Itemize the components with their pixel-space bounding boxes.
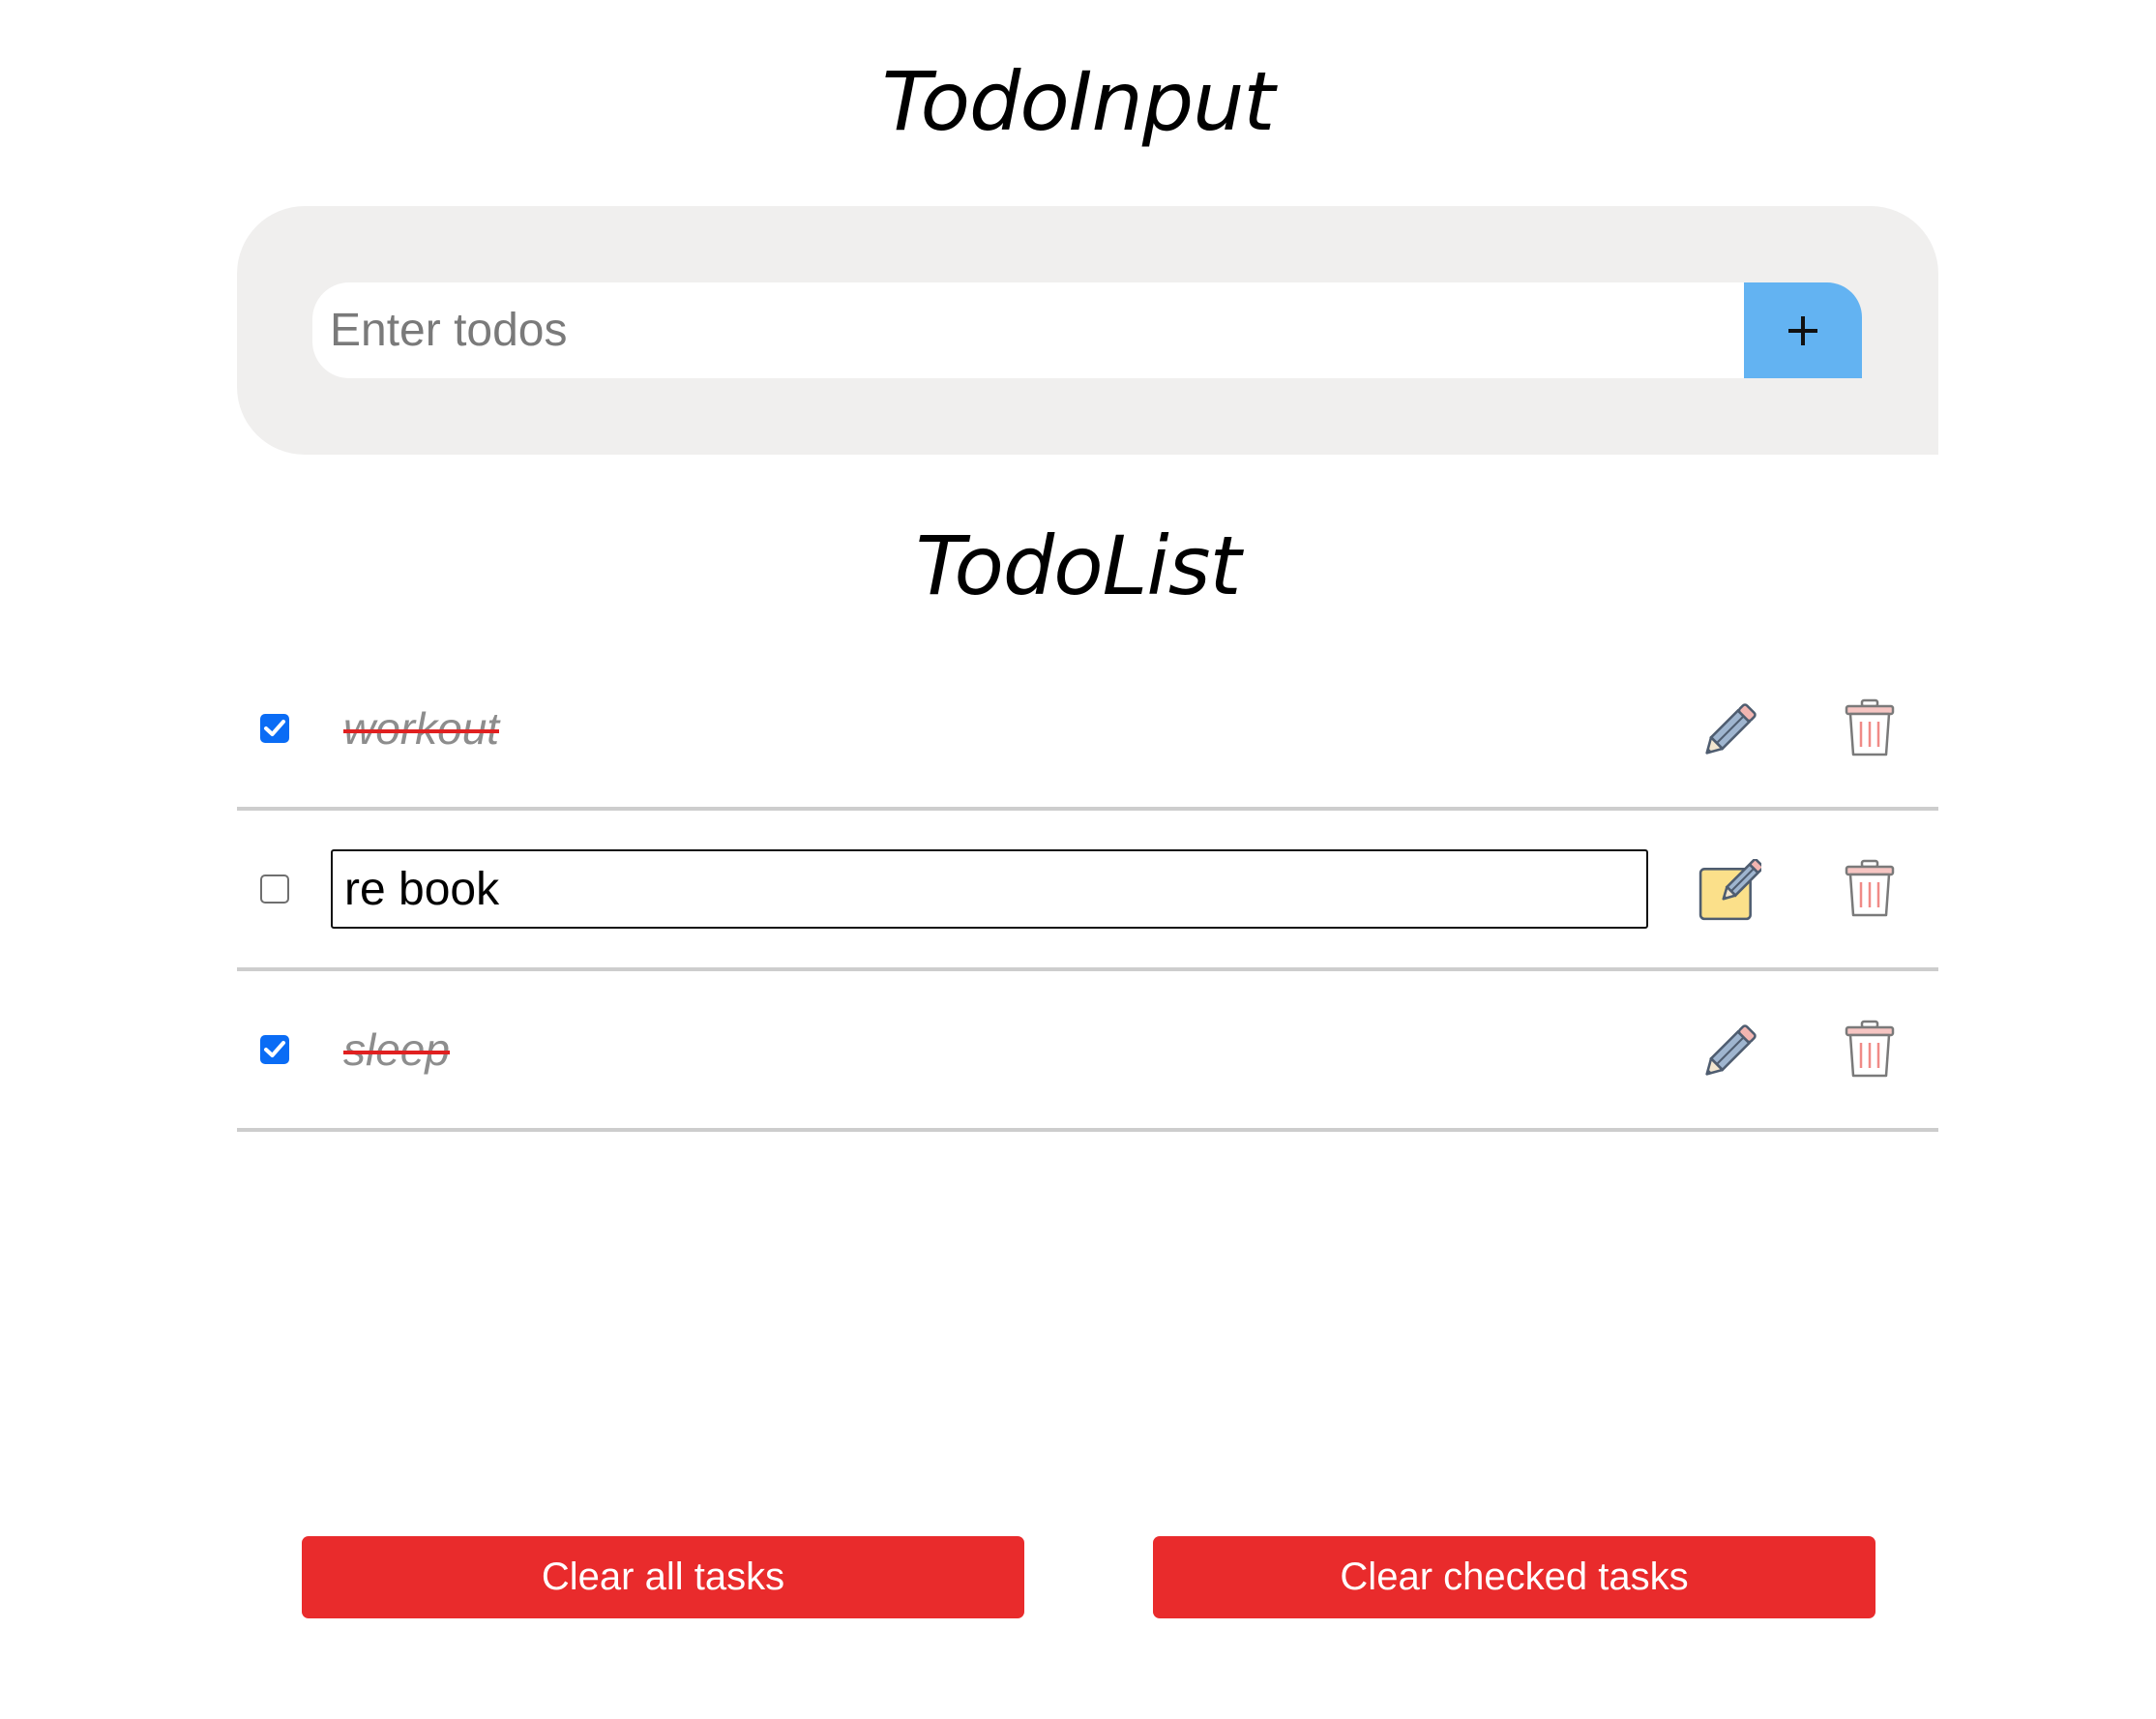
todo-input-panel: [237, 206, 1938, 455]
plus-icon: [1788, 315, 1817, 345]
todo-item: workout: [237, 650, 1938, 811]
checkmark-icon: [264, 1041, 285, 1057]
pencil-square-icon[interactable]: [1698, 859, 1761, 923]
todo-input-title: TodoInput: [881, 54, 1276, 149]
new-todo-input[interactable]: [312, 282, 1744, 378]
trash-icon[interactable]: [1843, 1020, 1897, 1080]
todo-item: [237, 811, 1938, 971]
add-todo-button[interactable]: [1744, 282, 1862, 378]
todo-checkbox[interactable]: [260, 1035, 289, 1064]
todo-item: sleep: [237, 971, 1938, 1132]
strike-through-line: [343, 1051, 450, 1054]
pencil-icon[interactable]: [1698, 698, 1761, 762]
trash-icon[interactable]: [1843, 698, 1897, 758]
todo-list-title: TodoList: [915, 519, 1242, 613]
clear-all-tasks-button[interactable]: Clear all tasks: [302, 1536, 1024, 1618]
todo-checkbox[interactable]: [260, 714, 289, 743]
todo-text: sleep: [343, 1024, 450, 1075]
todo-list: workout re book sleep: [237, 650, 1938, 1132]
todo-text: workout: [343, 703, 500, 754]
clear-checked-tasks-button[interactable]: Clear checked tasks: [1153, 1536, 1875, 1618]
pencil-icon[interactable]: [1698, 1020, 1761, 1083]
strike-through-line: [343, 729, 500, 733]
trash-icon[interactable]: [1843, 859, 1897, 919]
checkmark-icon: [264, 720, 285, 736]
todo-checkbox[interactable]: [260, 874, 289, 904]
todo-edit-field[interactable]: [331, 849, 1648, 929]
